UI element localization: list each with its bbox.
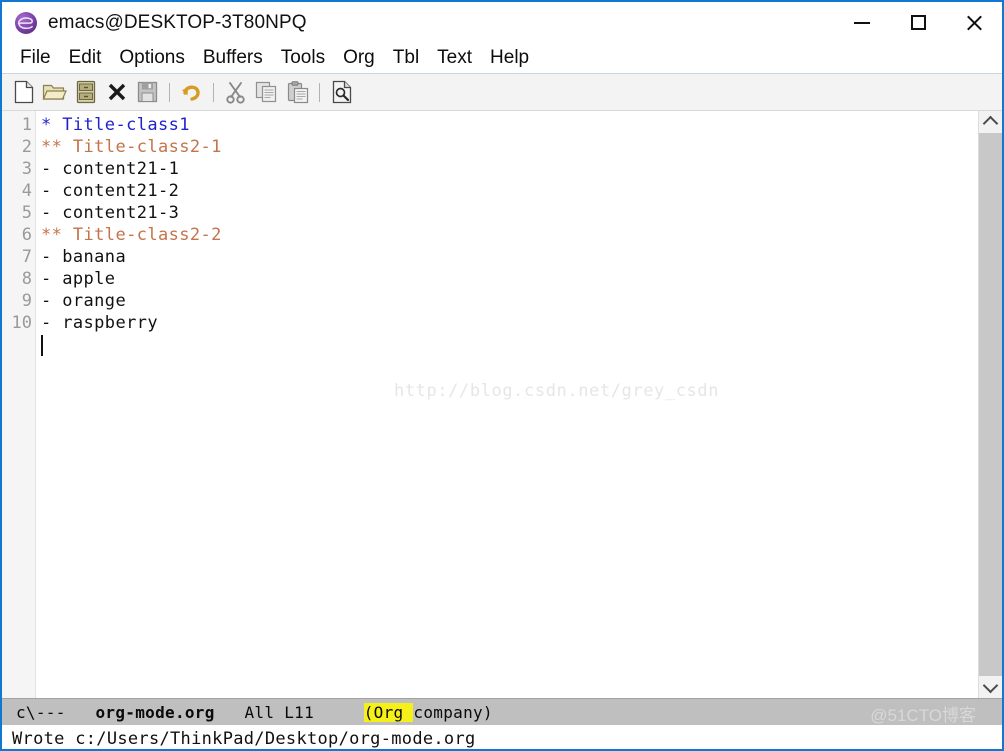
buffer-line: - apple	[41, 269, 116, 289]
minibuffer-message: Wrote c:/Users/ThinkPad/Desktop/org-mode…	[12, 729, 476, 749]
line-number: 10	[11, 313, 32, 333]
line-number: 3	[21, 159, 32, 179]
buffer-line: - content21-3	[41, 203, 180, 223]
emacs-logo-icon	[15, 11, 37, 34]
maximize-icon	[910, 15, 926, 30]
minimize-icon	[854, 21, 870, 24]
close-button[interactable]	[946, 2, 1002, 43]
line-number: 7	[21, 247, 32, 267]
line-number: 5	[21, 203, 32, 223]
line-number-gutter: 1 2 3 4 5 6 7 8 9 10	[2, 111, 36, 698]
line-number: 9	[21, 291, 32, 311]
menu-item-tbl[interactable]: Tbl	[384, 46, 428, 70]
open-file-button[interactable]	[39, 77, 70, 107]
line-number: 8	[21, 269, 32, 289]
file-cabinet-icon	[76, 80, 95, 104]
text-cursor	[41, 335, 43, 356]
buffer-line: ** Title-class2-2	[41, 225, 222, 245]
close-icon	[965, 14, 983, 32]
copy-button[interactable]	[251, 77, 282, 107]
modeline-buffer-name[interactable]: org-mode.org	[95, 703, 214, 722]
line-number: 4	[21, 181, 32, 201]
line-number: 6	[21, 225, 32, 245]
vertical-scrollbar[interactable]	[978, 111, 1002, 698]
save-disk-button[interactable]	[132, 77, 163, 107]
menu-item-text[interactable]: Text	[428, 46, 481, 70]
window-title: emacs@DESKTOP-3T80NPQ	[48, 11, 307, 33]
line-number: 1	[21, 115, 32, 135]
menu-item-buffers[interactable]: Buffers	[194, 46, 272, 70]
emacs-window: emacs@DESKTOP-3T80NPQ File Edit Options …	[0, 0, 1004, 751]
modeline-status-flags: c\---	[16, 702, 66, 722]
maximize-button[interactable]	[890, 2, 946, 43]
minibuffer[interactable]: Wrote c:/Users/ThinkPad/Desktop/org-mode…	[2, 725, 1002, 749]
buffer-line: - raspberry	[41, 313, 158, 333]
scroll-down-button[interactable]	[979, 676, 1002, 698]
menu-item-edit[interactable]: Edit	[60, 46, 111, 70]
line-number: 2	[21, 137, 32, 157]
mode-line: c\--- org-mode.org All L11 (Org company)	[2, 698, 1002, 725]
buffer-line: - banana	[41, 247, 127, 267]
scroll-track[interactable]	[979, 133, 1002, 676]
new-file-icon	[14, 80, 33, 104]
scroll-thumb[interactable]	[979, 133, 1002, 676]
chevron-down-icon	[982, 677, 999, 694]
buffer-line: - content21-1	[41, 159, 180, 179]
copy-icon	[255, 81, 277, 103]
buffer-line-empty	[41, 334, 1002, 356]
toolbar-separator	[169, 82, 170, 102]
paste-clipboard-icon	[287, 80, 308, 103]
modeline-scroll-position: All	[244, 702, 275, 722]
buffer-text[interactable]: * Title-class1 ** Title-class2-1 - conte…	[36, 111, 1002, 698]
menu-item-org[interactable]: Org	[334, 46, 384, 70]
x-close-icon	[108, 83, 125, 101]
floppy-disk-icon	[137, 81, 158, 103]
save-buffer-button[interactable]	[70, 77, 101, 107]
buffer-line: - content21-2	[41, 181, 180, 201]
scissors-icon	[226, 81, 245, 104]
title-bar: emacs@DESKTOP-3T80NPQ	[2, 2, 1002, 43]
editor-area[interactable]: 1 2 3 4 5 6 7 8 9 10 * Title-class1 ** T…	[2, 111, 1002, 698]
chevron-up-icon	[982, 115, 999, 132]
buffer-line: - orange	[41, 291, 127, 311]
toolbar-separator	[213, 82, 214, 102]
minimize-button[interactable]	[834, 2, 890, 43]
window-controls	[834, 2, 1002, 43]
modeline-major-mode[interactable]: (Org	[363, 702, 414, 722]
undo-arrow-icon	[182, 85, 200, 101]
paste-button[interactable]	[282, 77, 313, 107]
modeline-minor-mode[interactable]: company)	[413, 703, 492, 722]
close-buffer-button[interactable]	[101, 77, 132, 107]
menu-item-tools[interactable]: Tools	[272, 46, 334, 70]
scroll-up-button[interactable]	[979, 111, 1002, 133]
new-file-button[interactable]	[8, 77, 39, 107]
undo-button[interactable]	[176, 77, 207, 107]
buffer-line: ** Title-class2-1	[41, 137, 222, 157]
search-button[interactable]	[326, 77, 357, 107]
menu-item-options[interactable]: Options	[110, 46, 193, 70]
toolbar-separator	[319, 82, 320, 102]
buffer-line: * Title-class1	[41, 115, 190, 135]
tool-bar	[2, 74, 1002, 111]
search-icon	[332, 80, 351, 104]
cut-button[interactable]	[220, 77, 251, 107]
open-folder-icon	[42, 84, 67, 100]
blog-watermark: http://blog.csdn.net/grey_csdn	[394, 381, 720, 401]
modeline-line-indicator: L11	[284, 702, 315, 722]
menu-bar: File Edit Options Buffers Tools Org Tbl …	[2, 43, 1002, 74]
menu-item-help[interactable]: Help	[481, 46, 538, 70]
menu-item-file[interactable]: File	[11, 46, 60, 70]
